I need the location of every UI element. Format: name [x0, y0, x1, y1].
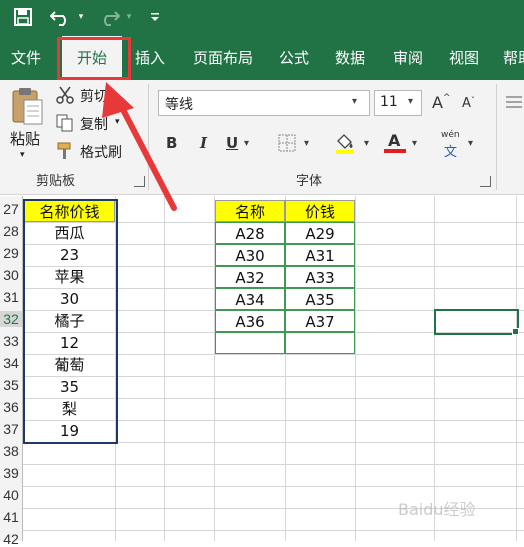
underline-button[interactable]: U	[226, 134, 238, 152]
scissors-icon[interactable]	[56, 86, 74, 108]
fill-color-icon[interactable]	[334, 131, 356, 159]
format-painter-icon[interactable]	[56, 142, 74, 164]
tab-review[interactable]: 审阅	[386, 36, 430, 80]
row-number[interactable]: 31	[0, 289, 22, 305]
font-name-combo[interactable]: 等线	[158, 90, 370, 116]
result-cell[interactable]: A37	[285, 310, 355, 332]
font-color-button[interactable]: A	[384, 130, 406, 154]
result-cell[interactable]: A30	[215, 244, 285, 266]
column-gridline	[516, 196, 517, 541]
row-number[interactable]: 27	[0, 201, 22, 217]
paste-button-label[interactable]: 粘贴	[10, 128, 40, 149]
result-cell[interactable]: A31	[285, 244, 355, 266]
tab-formulas[interactable]: 公式	[272, 36, 316, 80]
undo-icon[interactable]	[48, 8, 74, 26]
row-number[interactable]: 34	[0, 355, 22, 371]
copy-icon[interactable]	[56, 114, 74, 136]
row-number[interactable]: 37	[0, 421, 22, 437]
shrink-font-letter: A	[462, 96, 471, 111]
save-icon[interactable]	[12, 8, 34, 26]
row-gridline	[22, 464, 524, 465]
font-color-swatch	[384, 149, 406, 153]
font-dialog-launcher-icon[interactable]	[480, 176, 491, 187]
result-cell[interactable]: A36	[215, 310, 285, 332]
result-cell[interactable]: A28	[215, 222, 285, 244]
result-cell[interactable]: A34	[215, 288, 285, 310]
result-cell[interactable]: A35	[285, 288, 355, 310]
row-number[interactable]: 39	[0, 465, 22, 481]
row-number[interactable]: 40	[0, 487, 22, 503]
row-number[interactable]: 38	[0, 443, 22, 459]
watermark: Baidu经验	[398, 496, 476, 520]
row-number[interactable]: 41	[0, 509, 22, 525]
row-number[interactable]: 28	[0, 223, 22, 239]
row-number[interactable]: 35	[0, 377, 22, 393]
phonetic-guide-button[interactable]: wén 文	[440, 130, 464, 160]
grow-font-letter: A	[432, 93, 443, 112]
alignment-lines-icon[interactable]	[506, 94, 522, 113]
borders-dropdown-icon[interactable]: ▾	[304, 138, 309, 149]
font-group-label: 字体	[296, 174, 323, 189]
paste-dropdown-icon[interactable]: ▾	[20, 150, 25, 160]
watermark-text: Baidu经验	[398, 500, 476, 519]
result-header-name[interactable]: 名称	[215, 200, 285, 222]
group-separator	[496, 84, 497, 190]
annotation-arrow	[100, 82, 180, 218]
font-size-dropdown-icon[interactable]: ▾	[408, 96, 413, 107]
font-size-combo[interactable]: 11	[374, 90, 422, 116]
font-size-value: 11	[380, 94, 398, 110]
row-number[interactable]: 29	[0, 245, 22, 261]
result-cell[interactable]: A29	[285, 222, 355, 244]
underline-dropdown-icon[interactable]: ▾	[244, 138, 249, 149]
paste-icon[interactable]	[10, 86, 44, 130]
result-header-price[interactable]: 价钱	[285, 200, 355, 222]
phonetic-top-text: wén	[441, 130, 460, 140]
tab-file[interactable]: 文件	[4, 36, 48, 80]
borders-icon[interactable]	[278, 134, 296, 156]
font-color-dropdown-icon[interactable]: ▾	[412, 138, 417, 149]
result-cell[interactable]: A33	[285, 266, 355, 288]
list-table-border	[23, 199, 118, 444]
row-number[interactable]: 30	[0, 267, 22, 283]
clipboard-group-label: 剪贴板	[36, 174, 76, 189]
row-number-selected[interactable]: 32	[0, 311, 22, 327]
tab-insert[interactable]: 插入	[128, 36, 172, 80]
column-gridline	[355, 196, 356, 541]
active-cell-selection[interactable]	[434, 309, 519, 335]
customize-toolbar-icon[interactable]	[148, 8, 162, 26]
phonetic-dropdown-icon[interactable]: ▾	[468, 138, 473, 149]
font-name-dropdown-icon[interactable]: ▾	[352, 96, 357, 107]
increase-font-size-button[interactable]: A^	[432, 93, 451, 112]
row-number[interactable]: 42	[0, 531, 22, 547]
tab-page-layout[interactable]: 页面布局	[186, 36, 260, 80]
row-number[interactable]: 36	[0, 399, 22, 415]
undo-dropdown-icon[interactable]: ▾	[76, 8, 86, 26]
column-gridline	[434, 196, 435, 541]
tab-view[interactable]: 视图	[442, 36, 486, 80]
row-number[interactable]: 33	[0, 333, 22, 349]
italic-button[interactable]: I	[200, 134, 207, 152]
row-gridline	[22, 486, 524, 487]
result-cell[interactable]	[215, 332, 285, 354]
row-gridline	[22, 530, 524, 531]
tab-data[interactable]: 数据	[328, 36, 372, 80]
highlight-box	[57, 37, 131, 80]
phonetic-bottom-text: 文	[444, 145, 458, 160]
redo-icon[interactable]	[96, 8, 122, 26]
redo-dropdown-icon[interactable]: ▾	[124, 8, 134, 26]
font-color-letter: A	[388, 131, 401, 150]
result-cell[interactable]	[285, 332, 355, 354]
column-gridline	[164, 196, 165, 541]
fill-handle[interactable]	[512, 328, 519, 335]
decrease-font-size-button[interactable]: Aˇ	[462, 96, 475, 111]
result-cell[interactable]: A32	[215, 266, 285, 288]
tab-help[interactable]: 帮助	[498, 36, 524, 80]
fill-color-dropdown-icon[interactable]: ▾	[364, 138, 369, 149]
